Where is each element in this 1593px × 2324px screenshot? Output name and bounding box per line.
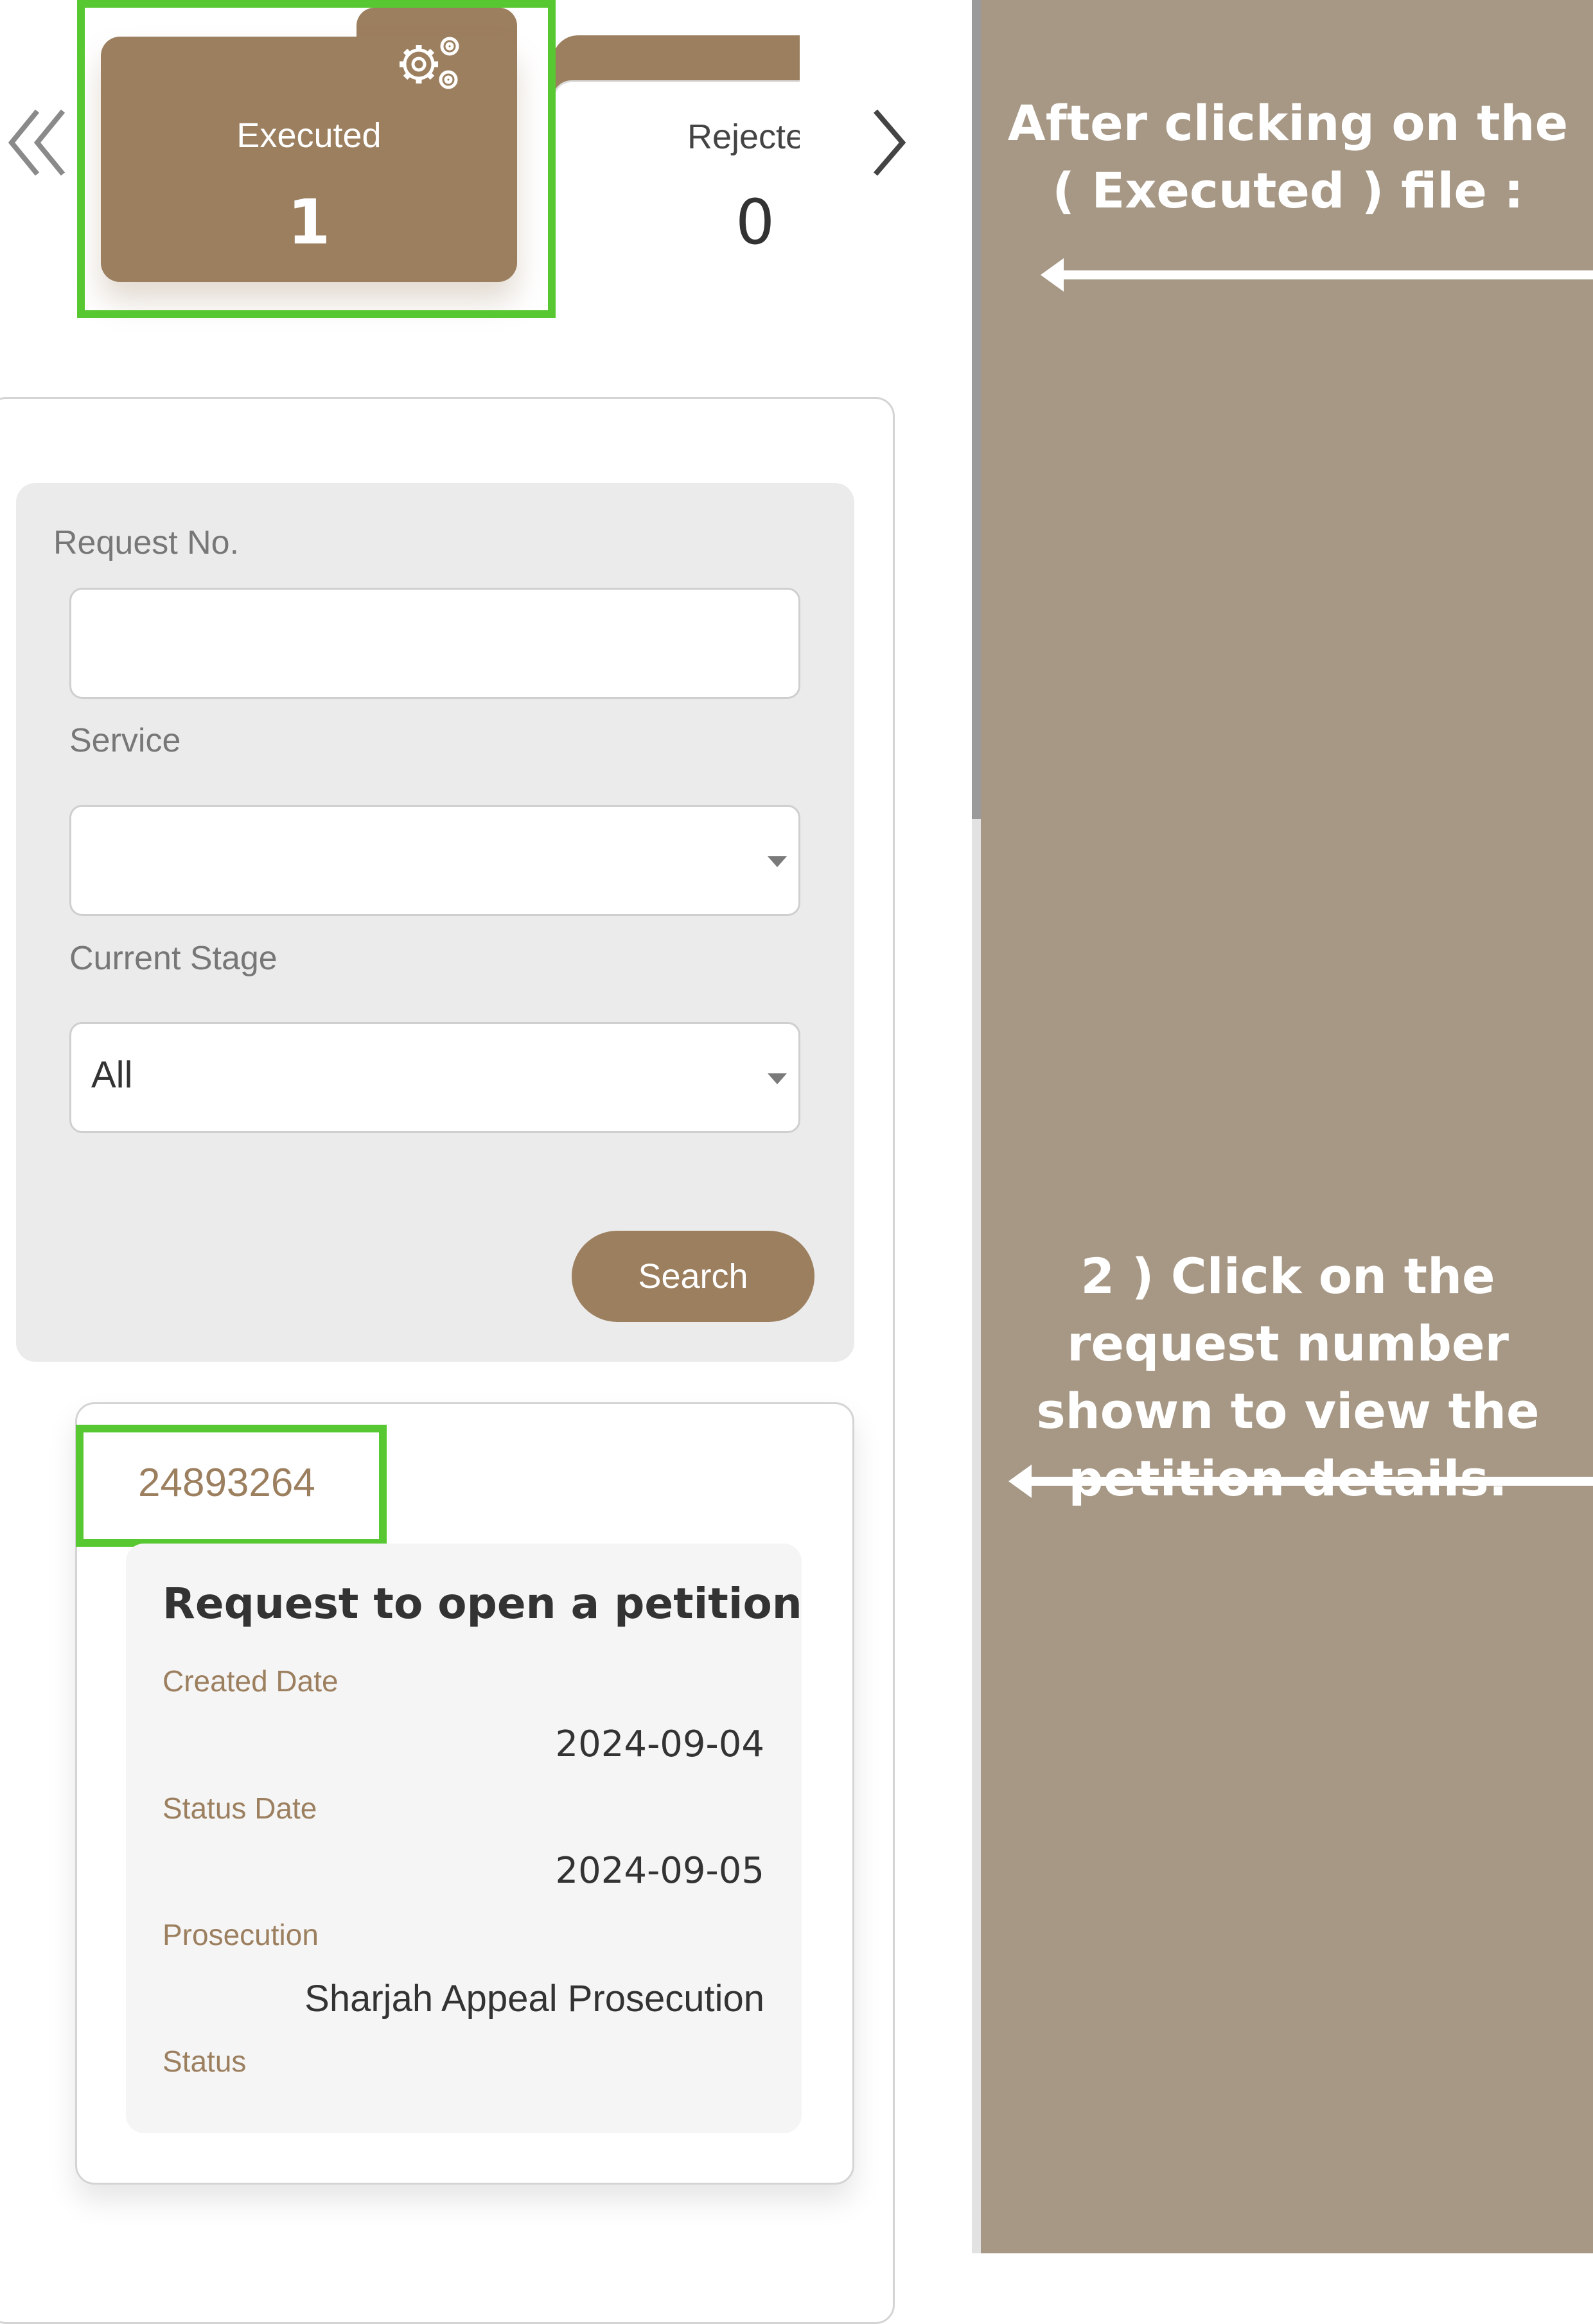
current-stage-value: All [91,1054,133,1096]
status-date-value: 2024-09-05 [555,1850,764,1892]
scrollbar-thumb[interactable] [972,0,981,819]
service-title: Request to open a petition [163,1579,802,1628]
rejected-card-label: Rejecte [687,118,800,156]
executed-card-highlight [77,0,556,318]
status-date-label: Status Date [163,1791,317,1825]
request-no-label: Request No. [53,524,240,561]
arrow-head-icon [1041,258,1064,292]
status-label: Status [163,2045,247,2078]
chevron-down-icon [768,1073,787,1084]
chevron-down-icon [768,856,787,867]
prosecution-value: Sharjah Appeal Prosecution [304,1978,764,2020]
service-label: Service [69,722,181,759]
arrow-left-icon [1060,270,1593,279]
rejected-card-count: 0 [735,186,775,258]
arrow-head-icon [1008,1465,1032,1498]
instruction-panel [981,0,1593,2253]
request-number-highlight [76,1425,387,1547]
created-date-value: 2024-09-04 [555,1723,764,1765]
current-stage-select[interactable] [69,1022,800,1133]
arrow-left-icon [1028,1477,1593,1486]
current-stage-label: Current Stage [69,940,277,977]
instruction-step-2: 2 ) Click on the request number shown to… [1036,1247,1540,1507]
search-button[interactable]: Search [572,1231,814,1322]
rejected-status-card[interactable]: Rejecte 0 [552,35,800,283]
chevron-right-icon[interactable] [870,106,909,180]
service-select[interactable] [69,805,800,916]
created-date-label: Created Date [163,1664,339,1698]
double-chevron-left-icon[interactable] [6,106,67,180]
prosecution-label: Prosecution [163,1918,319,1951]
instruction-step-1: After clicking on the ( Executed ) file … [1007,94,1569,219]
request-no-input[interactable] [69,588,800,699]
